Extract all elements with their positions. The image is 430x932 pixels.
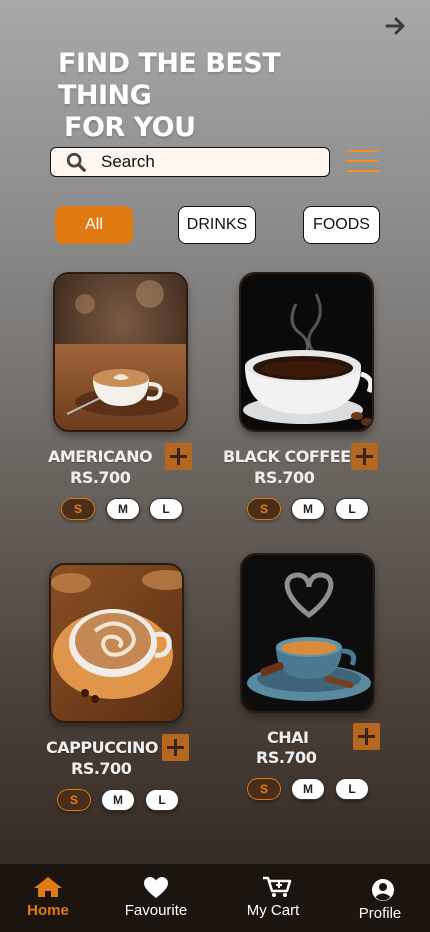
arrow-right-icon[interactable]: [384, 14, 408, 38]
heart-icon: [144, 877, 168, 898]
add-to-cart-button[interactable]: [165, 443, 192, 470]
nav-label-home: Home: [27, 902, 69, 919]
product-name: CHAI: [267, 728, 309, 747]
bottom-navigation: Home Favourite My Cart Profile: [0, 864, 430, 932]
size-option-m[interactable]: M: [291, 498, 325, 520]
nav-label-favourite: Favourite: [124, 902, 188, 919]
add-to-cart-button[interactable]: [351, 443, 378, 470]
add-to-cart-button[interactable]: [353, 723, 380, 750]
menu-line: [346, 170, 379, 172]
menu-line: [346, 150, 379, 152]
nav-item-home[interactable]: Home: [18, 864, 78, 932]
headline-line-2: FOR YOU: [64, 112, 196, 143]
product-name: AMERICANO: [48, 447, 153, 466]
cappuccino-image[interactable]: [49, 563, 184, 723]
profile-icon: [372, 879, 394, 901]
size-option-m[interactable]: M: [106, 498, 140, 520]
product-price: RS.700: [70, 468, 131, 487]
menu-line: [346, 160, 379, 162]
product-name: CAPPUCCINO: [46, 738, 159, 757]
nav-label-cart: My Cart: [246, 902, 300, 919]
size-option-l[interactable]: L: [335, 778, 369, 800]
size-option-l[interactable]: L: [145, 789, 179, 811]
hamburger-menu-icon[interactable]: [346, 150, 379, 175]
americano-image[interactable]: [53, 272, 188, 432]
size-option-s[interactable]: S: [57, 789, 91, 811]
filter-chip-foods[interactable]: FOODS: [303, 206, 380, 244]
size-option-s[interactable]: S: [247, 778, 281, 800]
nav-label-profile: Profile: [358, 905, 402, 922]
search-icon: [66, 152, 86, 172]
filter-chip-all[interactable]: All: [55, 206, 133, 244]
black-coffee-image[interactable]: [239, 272, 374, 432]
filter-chip-drinks[interactable]: DRINKS: [178, 206, 256, 244]
home-icon: [34, 877, 62, 897]
chai-image[interactable]: [240, 553, 375, 713]
size-option-m[interactable]: M: [291, 778, 325, 800]
cart-icon: [263, 876, 292, 897]
product-name: BLACK COFFEE: [223, 447, 351, 466]
nav-item-cart[interactable]: My Cart: [240, 864, 306, 932]
search-input[interactable]: Search: [101, 152, 155, 172]
size-option-l[interactable]: L: [149, 498, 183, 520]
page-headline: FIND THE BEST THING FOR YOU: [58, 48, 378, 144]
size-option-l[interactable]: L: [335, 498, 369, 520]
size-option-s[interactable]: S: [61, 498, 95, 520]
product-price: RS.700: [256, 748, 317, 767]
product-price: RS.700: [254, 468, 315, 487]
size-option-m[interactable]: M: [101, 789, 135, 811]
nav-item-favourite[interactable]: Favourite: [116, 864, 196, 932]
headline-line-1: FIND THE BEST THING: [58, 48, 281, 111]
size-option-s[interactable]: S: [247, 498, 281, 520]
product-price: RS.700: [71, 759, 132, 778]
search-bar[interactable]: Search: [50, 147, 330, 177]
add-to-cart-button[interactable]: [162, 734, 189, 761]
nav-item-profile[interactable]: Profile: [355, 864, 405, 932]
